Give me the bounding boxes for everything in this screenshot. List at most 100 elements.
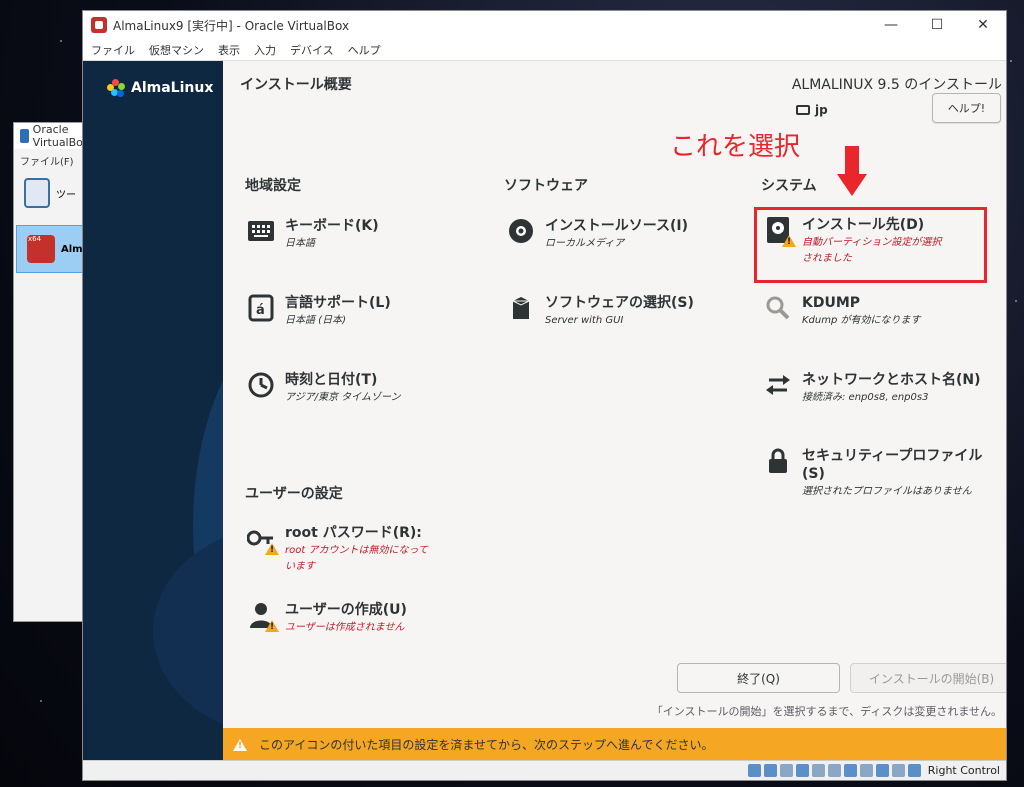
spoke-language-title: 言語サポート(L) bbox=[285, 295, 391, 311]
shared-folders-status-icon[interactable] bbox=[827, 764, 841, 777]
menu-view[interactable]: 表示 bbox=[218, 42, 240, 58]
manager-tools-item[interactable]: ツー bbox=[14, 171, 92, 215]
help-button[interactable]: ヘルプ! bbox=[932, 93, 1001, 123]
disc-icon bbox=[507, 217, 535, 245]
recording-status-icon[interactable] bbox=[859, 764, 873, 777]
keyboard-small-icon bbox=[796, 105, 810, 115]
spoke-software-selection[interactable]: ソフトウェアの選択(S) Server with GUI bbox=[507, 294, 694, 329]
cpu-status-icon[interactable] bbox=[875, 764, 889, 777]
annotation-text: これを選択 bbox=[670, 132, 801, 162]
vm-label: Alm bbox=[61, 243, 83, 255]
root-status-line1: root アカウントは無効になって bbox=[285, 545, 428, 556]
destination-status-line2: されました bbox=[802, 253, 852, 264]
spoke-user-status: ユーザーは作成されません bbox=[285, 622, 405, 633]
manager-vm-item[interactable]: x64 Alm bbox=[16, 225, 90, 273]
spoke-software-title: ソフトウェアの選択(S) bbox=[545, 295, 694, 311]
virtualbox-icon bbox=[20, 129, 29, 143]
hostkey-arrow-icon bbox=[907, 764, 921, 777]
spoke-kdump[interactable]: KDUMP Kdump が有効になります bbox=[764, 294, 921, 329]
spoke-root-status: root アカウントは無効になって います bbox=[285, 543, 428, 575]
spoke-user-creation[interactable]: ユーザーの作成(U) ユーザーは作成されません bbox=[247, 601, 407, 636]
menu-devices[interactable]: デバイス bbox=[290, 42, 334, 58]
network-arrows-icon bbox=[764, 371, 792, 399]
package-icon bbox=[507, 294, 535, 322]
spoke-security-title: セキュリティープロファイル (S) bbox=[802, 447, 982, 483]
quit-button[interactable]: 終了(Q) bbox=[677, 663, 840, 693]
spoke-installation-destination[interactable]: インストール先(D) 自動パーティション設定が選択されました bbox=[764, 216, 941, 267]
section-localization: 地域設定 bbox=[245, 178, 301, 194]
spoke-installation-source[interactable]: インストールソース(I) ローカルメディア bbox=[507, 217, 688, 252]
spoke-network-title: ネットワークとホスト名(N) bbox=[802, 372, 981, 388]
vm-app-icon bbox=[91, 17, 107, 33]
spoke-user-title: ユーザーの作成(U) bbox=[285, 602, 407, 618]
spoke-language-status: 日本語 (日本) bbox=[285, 315, 346, 326]
spoke-security-profile[interactable]: セキュリティープロファイル (S) 選択されたプロファイルはありません bbox=[764, 447, 982, 500]
svg-text:á: á bbox=[256, 303, 265, 318]
vm-statusbar: Right Control bbox=[83, 760, 1006, 780]
display-status-icon[interactable] bbox=[843, 764, 857, 777]
warning-icon bbox=[782, 235, 796, 247]
mouse-integration-icon[interactable] bbox=[891, 764, 905, 777]
manager-titlebar: Oracle VirtualBox bbox=[14, 123, 92, 149]
menu-machine[interactable]: 仮想マシン bbox=[149, 42, 204, 58]
menu-input[interactable]: 入力 bbox=[254, 42, 276, 58]
spoke-language[interactable]: á 言語サポート(L) 日本語 (日本) bbox=[247, 294, 391, 329]
spoke-network-hostname[interactable]: ネットワークとホスト名(N) 接続済み: enp0s8, enp0s3 bbox=[764, 371, 981, 406]
maximize-button[interactable]: ☐ bbox=[914, 11, 960, 39]
vm-menubar: ファイル 仮想マシン 表示 入力 デバイス ヘルプ bbox=[83, 39, 1006, 61]
tools-icon bbox=[24, 178, 50, 208]
audio-status-icon[interactable] bbox=[779, 764, 793, 777]
keyboard-layout-indicator[interactable]: jp bbox=[796, 103, 828, 117]
user-icon bbox=[247, 601, 279, 632]
usb-status-icon[interactable] bbox=[811, 764, 825, 777]
tools-label: ツー bbox=[56, 189, 76, 201]
spoke-root-password[interactable]: root パスワード(R): root アカウントは無効になっています bbox=[247, 524, 428, 575]
sidebar-decoration-lower bbox=[153, 526, 223, 736]
virtualbox-manager-window: Oracle VirtualBox ファイル(F) ツー x64 Alm bbox=[13, 122, 93, 622]
menu-help[interactable]: ヘルプ bbox=[348, 42, 381, 58]
minimize-button[interactable]: — bbox=[868, 11, 914, 39]
installer-sidebar: AlmaLinux bbox=[83, 61, 223, 761]
keyboard-layout-label: jp bbox=[815, 103, 828, 117]
language-icon: á bbox=[247, 294, 275, 322]
spoke-datetime[interactable]: 時刻と日付(T) アジア/東京 タイムゾーン bbox=[247, 371, 400, 406]
almalinux-logo: AlmaLinux bbox=[107, 79, 213, 97]
warning-icon bbox=[233, 738, 247, 751]
annotation-arrow-icon bbox=[837, 146, 867, 196]
warning-icon bbox=[265, 620, 279, 632]
spoke-keyboard-status: 日本語 bbox=[285, 238, 315, 249]
guest-screen: AlmaLinux インストール概要 ALMALINUX 9.5 のインストール… bbox=[83, 61, 1006, 761]
clock-icon bbox=[247, 371, 275, 399]
harddisk-icon bbox=[764, 216, 796, 247]
spoke-kdump-status: Kdump が有効になります bbox=[802, 315, 921, 326]
harddisk-status-icon[interactable] bbox=[747, 764, 761, 777]
spoke-datetime-status: アジア/東京 タイムゾーン bbox=[285, 392, 401, 403]
destination-status-line1: 自動パーティション設定が選択 bbox=[802, 237, 942, 248]
security-title-line1: セキュリティープロファイル bbox=[802, 448, 983, 464]
vm-arch-badge: x64 bbox=[28, 235, 42, 243]
begin-installation-button[interactable]: インストールの開始(B) bbox=[850, 663, 1006, 693]
spoke-keyboard[interactable]: キーボード(K) 日本語 bbox=[247, 217, 379, 252]
warning-bar: このアイコンの付いた項目の設定を済ませてから、次のステップへ進んでください。 bbox=[223, 728, 1006, 761]
spoke-source-title: インストールソース(I) bbox=[545, 218, 689, 234]
spoke-destination-status: 自動パーティション設定が選択 されました bbox=[802, 235, 941, 267]
keyboard-icon bbox=[247, 217, 275, 245]
lock-icon bbox=[764, 447, 792, 475]
optical-drive-status-icon[interactable] bbox=[763, 764, 777, 777]
security-title-line2: (S) bbox=[802, 466, 825, 482]
key-icon bbox=[247, 524, 279, 555]
network-status-icon[interactable] bbox=[795, 764, 809, 777]
installation-summary: インストール概要 ALMALINUX 9.5 のインストール jp ヘルプ! こ… bbox=[223, 61, 1006, 761]
menu-file[interactable]: ファイル bbox=[91, 42, 135, 58]
spoke-datetime-title: 時刻と日付(T) bbox=[285, 372, 378, 388]
warning-bar-text: このアイコンの付いた項目の設定を済ませてから、次のステップへ進んでください。 bbox=[259, 738, 714, 752]
manager-menu-file[interactable]: ファイル(F) bbox=[14, 149, 92, 171]
close-button[interactable]: ✕ bbox=[960, 11, 1006, 39]
spoke-security-status: 選択されたプロファイルはありません bbox=[802, 486, 972, 497]
disk-notice-text: 「インストールの開始」を選択するまで、ディスクは変更されません。 bbox=[651, 705, 1002, 718]
vm-os-icon: x64 bbox=[27, 235, 55, 263]
hostkey-label: Right Control bbox=[927, 764, 1000, 777]
section-system: システム bbox=[761, 178, 817, 194]
logo-text: AlmaLinux bbox=[131, 80, 214, 96]
spoke-network-status: 接続済み: enp0s8, enp0s3 bbox=[802, 392, 929, 403]
